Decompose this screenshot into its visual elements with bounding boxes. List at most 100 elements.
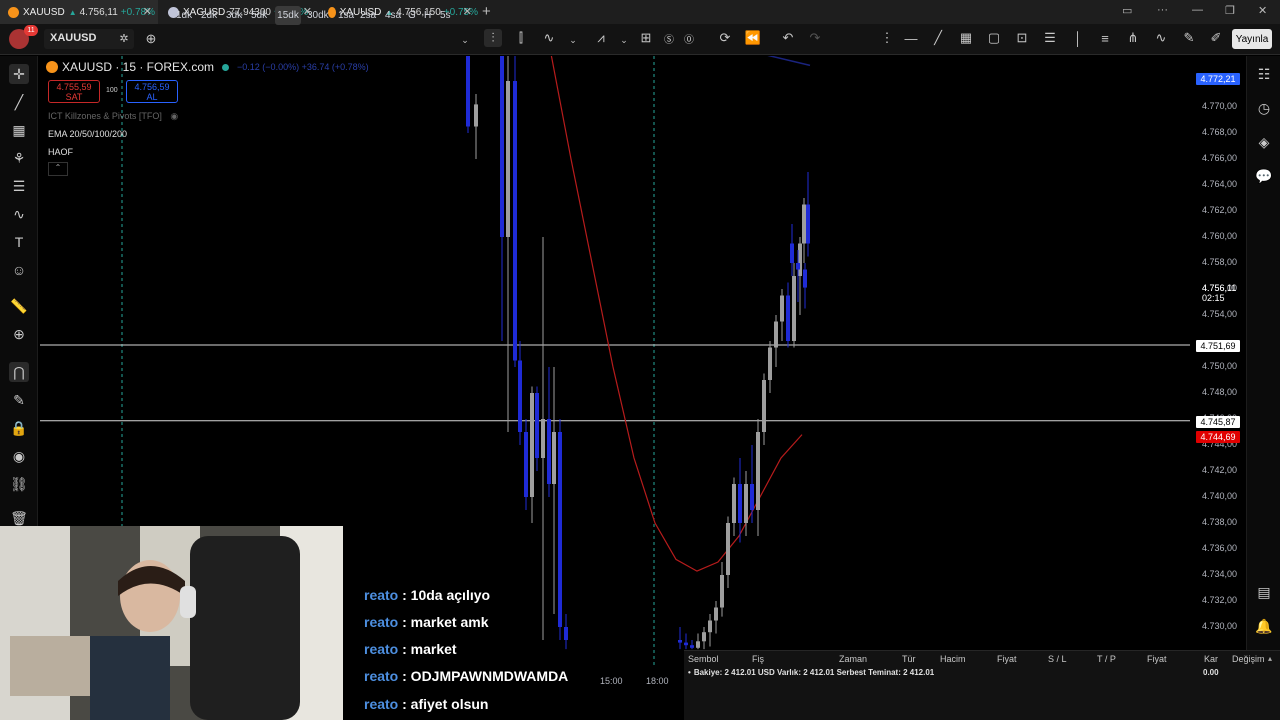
watchlist-icon[interactable]: ☷ (1254, 64, 1274, 84)
col-header[interactable]: Değişim (1232, 654, 1265, 664)
ruler-icon[interactable]: 📏 (9, 296, 29, 316)
wave-icon[interactable]: ∿ (1152, 29, 1170, 47)
indicator-ict-killzones[interactable]: ICT Killzones & Pivots [TFO] ◉ (48, 111, 178, 122)
tf-h[interactable]: H (424, 6, 431, 25)
col-header[interactable]: Sembol (688, 654, 719, 664)
col-header[interactable]: S / L (1048, 654, 1067, 664)
bell-icon[interactable]: 🔔 (1254, 616, 1274, 636)
trash-icon[interactable]: 🗑 (9, 508, 29, 528)
magnet-icon[interactable]: ⋂ (9, 362, 29, 382)
bar-type-icon[interactable]: ⫿ (512, 29, 530, 47)
add-symbol-icon[interactable]: ⊕ (142, 30, 160, 48)
trend-line-icon[interactable]: ╱ (929, 29, 947, 47)
grid-tool-icon[interactable]: ▦ (9, 120, 29, 140)
col-header[interactable]: Fiş (752, 654, 764, 664)
tf-3dk[interactable]: 3dk (226, 6, 242, 25)
tf-5s[interactable]: 5s (440, 6, 451, 25)
tf-g[interactable]: G (408, 6, 416, 25)
minimize-icon[interactable]: — (1192, 4, 1203, 16)
replay-icon[interactable]: ⏪ (744, 29, 762, 47)
calendar-icon[interactable]: ▤ (1254, 582, 1274, 602)
horizontal-line-icon[interactable]: — (902, 29, 920, 47)
pen-icon[interactable]: ✐ (1207, 29, 1225, 47)
fib-tool-icon[interactable]: ☰ (9, 176, 29, 196)
lock-icon[interactable]: 🔒 (9, 418, 29, 438)
collapse-legend-icon[interactable]: ⌃ (48, 162, 68, 176)
maximize-icon[interactable]: ❐ (1225, 4, 1235, 17)
col-header[interactable]: Tür (902, 654, 916, 664)
col-header[interactable]: Hacim (940, 654, 966, 664)
panel-collapse-icon[interactable]: ▴ (1268, 654, 1272, 663)
rectangle-icon[interactable]: ▢ (985, 29, 1003, 47)
templates-icon[interactable]: ⊞ (637, 29, 655, 47)
brush-icon[interactable]: ✎ (1180, 29, 1198, 47)
layers-icon[interactable]: ◈ (1254, 132, 1274, 152)
settings-icon[interactable]: ✲ (116, 30, 132, 46)
col-header[interactable]: Fiyat (1147, 654, 1167, 664)
crosshair-icon[interactable]: ✛ (9, 64, 29, 84)
redo-icon[interactable]: ↷ (806, 29, 824, 47)
indicator-haof[interactable]: HAOF (48, 147, 73, 157)
tf-30dk[interactable]: 30dk (307, 6, 329, 25)
tf-15dk[interactable]: 15dk (275, 6, 301, 25)
o-circle-icon[interactable]: ⓪ (680, 29, 698, 47)
close-tab-icon[interactable]: ✕ (143, 5, 152, 18)
col-header[interactable]: Kar (1204, 654, 1218, 664)
new-tab-icon[interactable]: + (482, 3, 491, 20)
chat-icon[interactable]: 💬 (1254, 166, 1274, 186)
tf-5dk[interactable]: 5dk (251, 6, 267, 25)
tf-4sa[interactable]: 4sa (385, 6, 401, 25)
candle-type-icon[interactable]: ⫶ (484, 29, 502, 47)
eye-icon[interactable]: ◉ (9, 446, 29, 466)
col-header[interactable]: Zaman (839, 654, 867, 664)
pitchfork-icon[interactable]: ⋔ (1124, 29, 1142, 47)
price-tag-red: 4.744,69 (1196, 431, 1240, 443)
sell-button[interactable]: 4.755,59 SAT (48, 80, 100, 103)
candle (564, 614, 568, 650)
chevron-down-icon[interactable]: ⌄ (564, 31, 582, 49)
line-type-icon[interactable]: ∿ (540, 29, 558, 47)
chevron-down-icon[interactable]: ⌄ (456, 31, 474, 49)
draw-lock-icon[interactable]: ✎ (9, 390, 29, 410)
layout-icon[interactable]: ▭ (1122, 4, 1132, 17)
col-header[interactable]: T / P (1097, 654, 1116, 664)
close-tab-icon[interactable]: ✕ (463, 5, 472, 18)
zoom-icon[interactable]: ⊕ (9, 324, 29, 344)
chevron-down-icon[interactable]: ⌄ (615, 31, 633, 49)
indicator-ema[interactable]: EMA 20/50/100/200 (48, 129, 127, 139)
fib-icon[interactable]: ☰ (1041, 29, 1059, 47)
buy-button[interactable]: 4.756,59 AL (126, 80, 178, 103)
tf-1dk[interactable]: 1dk (176, 6, 192, 25)
link-icon[interactable]: ⛓ (9, 474, 29, 494)
candle-body (774, 321, 778, 348)
emoji-tool-icon[interactable]: ☺ (9, 260, 29, 280)
spread-value: 100 (106, 87, 118, 94)
col-header[interactable]: Fiyat (997, 654, 1017, 664)
s-circle-icon[interactable]: Ⓢ (660, 29, 678, 47)
alert-icon[interactable]: ⟳ (716, 29, 734, 47)
tf-2dk[interactable]: 2dk (201, 6, 217, 25)
frame-icon[interactable]: ⊡ (1013, 29, 1031, 47)
indicators-icon[interactable]: ⩘ (592, 29, 610, 47)
undo-icon[interactable]: ↶ (779, 29, 797, 47)
more-icon[interactable]: ··· (1157, 4, 1168, 16)
clock-icon[interactable]: ◷ (1254, 98, 1274, 118)
close-window-icon[interactable]: ✕ (1258, 4, 1267, 17)
legend-title[interactable]: XAUUSD · 15 · FOREX.com (62, 60, 214, 74)
candle (708, 614, 712, 647)
line-tool-icon[interactable]: ╱ (9, 92, 29, 112)
vertical-line-icon[interactable]: │ (1069, 29, 1087, 47)
more-tools-icon[interactable]: ⋮ (878, 29, 896, 47)
grid-icon[interactable]: ▦ (957, 29, 975, 47)
channel-icon[interactable]: ≡ (1096, 29, 1114, 47)
candle (786, 282, 790, 348)
eye-icon[interactable]: ◉ (170, 111, 178, 121)
publish-button[interactable]: Yayınla (1232, 29, 1272, 49)
pattern-tool-icon[interactable]: ⚘ (9, 148, 29, 168)
tf-1sa[interactable]: 1sa (338, 6, 354, 25)
tf-2sa[interactable]: 2sa (360, 6, 376, 25)
text-tool-icon[interactable]: T (9, 232, 29, 252)
browser-tab-xauusd[interactable]: XAUUSD ▲ 4.756,11 +0.78% ✕ (0, 0, 158, 24)
candle (802, 198, 806, 263)
wave-tool-icon[interactable]: ∿ (9, 204, 29, 224)
